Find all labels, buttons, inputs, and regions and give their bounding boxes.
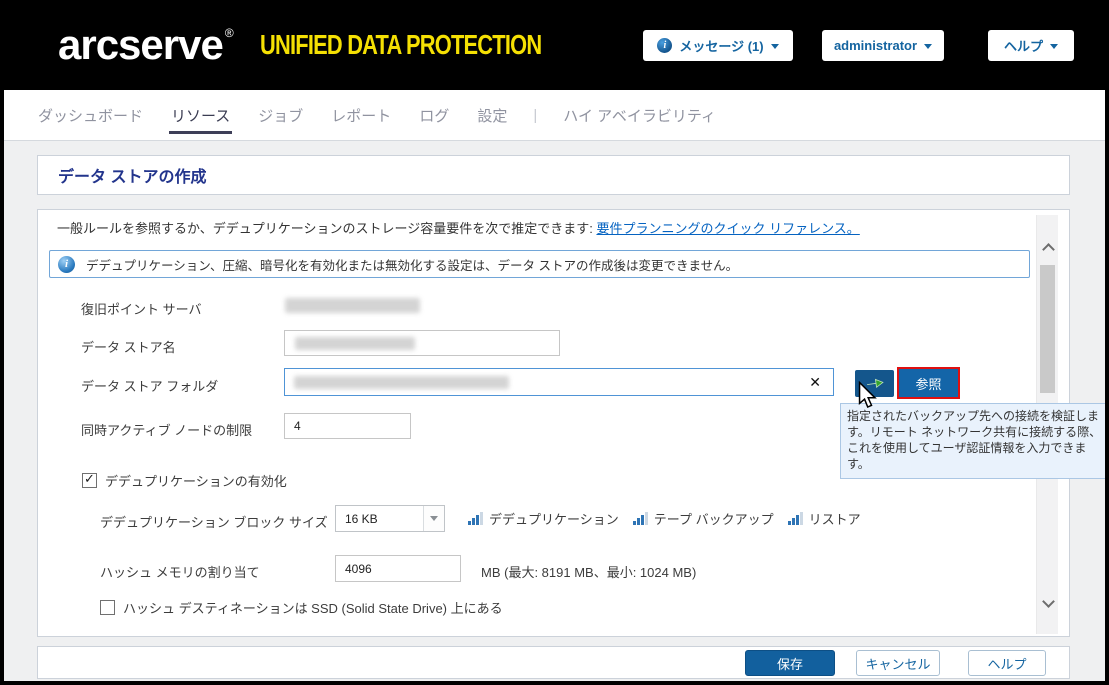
tab-jobs[interactable]: ジョブ: [256, 91, 305, 140]
ssd-checkbox-label: ハッシュ デスティネーションは SSD (Solid State Drive) …: [123, 598, 503, 617]
info-icon: i: [58, 256, 75, 273]
legend-label: テープ バックアップ: [654, 509, 774, 528]
hash-memory-input[interactable]: [335, 555, 461, 582]
main-nav: ダッシュボード リソース ジョブ レポート ログ 設定 | ハイ アベイラビリテ…: [4, 90, 1105, 141]
logo-subtitle: UNIFIED DATA PROTECTION: [260, 30, 541, 60]
recovery-point-server-label: 復旧ポイント サーバ: [81, 299, 201, 318]
block-size-legend: デデュプリケーション テープ バックアップ リストア: [468, 509, 861, 528]
ssd-checkbox-row: ハッシュ デスティネーションは SSD (Solid State Drive) …: [100, 598, 503, 617]
data-store-folder-value-redacted: [294, 376, 509, 389]
intro-text: 一般ルールを参照するか、デデュプリケーションのストレージ容量要件を次で推定できま…: [57, 218, 860, 237]
dedupe-checkbox-label: デデュプリケーションの有効化: [105, 471, 287, 490]
verify-connection-button[interactable]: [855, 370, 894, 397]
ssd-checkbox[interactable]: [100, 600, 115, 615]
save-button[interactable]: 保存: [745, 650, 835, 676]
info-banner: i デデュプリケーション、圧縮、暗号化を有効化または無効化する設定は、データ ス…: [49, 250, 1030, 278]
signal-bars-icon: [633, 512, 648, 525]
user-menu-label: administrator: [834, 38, 917, 53]
messages-button[interactable]: i メッセージ (1): [643, 30, 793, 61]
scrollbar-thumb[interactable]: [1040, 265, 1055, 393]
legend-item: リストア: [788, 509, 861, 528]
green-arrow-icon: [865, 376, 885, 391]
user-menu-button[interactable]: administrator: [822, 30, 944, 61]
cancel-button[interactable]: キャンセル: [856, 650, 940, 676]
block-size-value: 16 KB: [336, 506, 423, 531]
logo-text: arcserve: [58, 22, 223, 68]
legend-label: リストア: [809, 509, 861, 528]
help-menu-label: ヘルプ: [1004, 36, 1043, 55]
signal-bars-icon: [788, 512, 803, 525]
messages-button-label: メッセージ (1): [679, 36, 763, 55]
header-bar: arcserve ® UNIFIED DATA PROTECTION i メッセ…: [0, 0, 1109, 90]
tab-reports[interactable]: レポート: [329, 91, 393, 140]
dedupe-checkbox-row: デデュプリケーションの有効化: [82, 471, 287, 490]
arcserve-logo: arcserve ® UNIFIED DATA PROTECTION: [58, 22, 620, 68]
recovery-point-server-value-redacted: [285, 298, 420, 313]
block-size-dropdown[interactable]: 16 KB: [335, 505, 445, 532]
title-panel: データ ストアの作成: [37, 155, 1070, 195]
hash-memory-hint: MB (最大: 8191 MB、最小: 1024 MB): [481, 562, 696, 581]
legend-label: デデュプリケーション: [489, 509, 619, 528]
footer-bar: 保存 キャンセル ヘルプ: [37, 646, 1070, 679]
browse-button[interactable]: 参照: [899, 369, 958, 397]
data-store-name-label: データ ストア名: [81, 337, 176, 356]
legend-item: テープ バックアップ: [633, 509, 774, 528]
hash-memory-value[interactable]: [336, 556, 460, 581]
data-store-folder-input[interactable]: ✕: [284, 368, 834, 396]
intro-text-body: 一般ルールを参照するか、デデュプリケーションのストレージ容量要件を次で推定できま…: [57, 221, 596, 236]
concurrent-nodes-label: 同時アクティブ ノードの制限: [81, 420, 252, 439]
app-window: arcserve ® UNIFIED DATA PROTECTION i メッセ…: [0, 0, 1109, 685]
tab-log[interactable]: ログ: [417, 91, 451, 140]
chevron-up-icon[interactable]: [1042, 243, 1055, 256]
registered-mark: ®: [225, 26, 234, 40]
data-store-name-value-redacted: [295, 337, 415, 350]
tab-resources[interactable]: リソース: [169, 91, 232, 140]
content-area: ダッシュボード リソース ジョブ レポート ログ 設定 | ハイ アベイラビリテ…: [4, 90, 1105, 681]
block-size-label: デデュプリケーション ブロック サイズ: [100, 512, 328, 531]
chevron-down-icon[interactable]: [1042, 595, 1055, 608]
chevron-down-icon: [771, 44, 779, 49]
footer-help-button[interactable]: ヘルプ: [968, 650, 1046, 676]
chevron-down-icon: [924, 44, 932, 49]
dedupe-checkbox[interactable]: [82, 473, 97, 488]
chevron-down-icon: [1050, 44, 1058, 49]
concurrent-nodes-input[interactable]: [284, 413, 411, 439]
data-store-name-input[interactable]: [284, 330, 560, 356]
tab-high-availability[interactable]: ハイ アベイラビリティ: [561, 91, 718, 140]
tab-settings[interactable]: 設定: [475, 91, 509, 140]
data-store-folder-label: データ ストア フォルダ: [81, 376, 218, 395]
chevron-down-icon: [430, 516, 438, 521]
nav-divider: |: [533, 107, 537, 124]
concurrent-nodes-value[interactable]: [285, 414, 410, 438]
quick-reference-link[interactable]: 要件プランニングのクイック リファレンス。: [596, 221, 859, 236]
help-menu-button[interactable]: ヘルプ: [988, 30, 1074, 61]
signal-bars-icon: [468, 512, 483, 525]
dropdown-arrow[interactable]: [423, 506, 444, 531]
info-icon: i: [657, 38, 672, 53]
clear-folder-icon[interactable]: ✕: [809, 374, 821, 390]
tab-dashboard[interactable]: ダッシュボード: [36, 91, 145, 140]
info-banner-text: デデュプリケーション、圧縮、暗号化を有効化または無効化する設定は、データ ストア…: [86, 255, 738, 274]
page-title: データ ストアの作成: [58, 163, 206, 187]
legend-item: デデュプリケーション: [468, 509, 619, 528]
verify-tooltip: 指定されたバックアップ先への接続を検証します。リモート ネットワーク共有に接続す…: [840, 403, 1105, 479]
hash-memory-label: ハッシュ メモリの割り当て: [100, 562, 260, 581]
